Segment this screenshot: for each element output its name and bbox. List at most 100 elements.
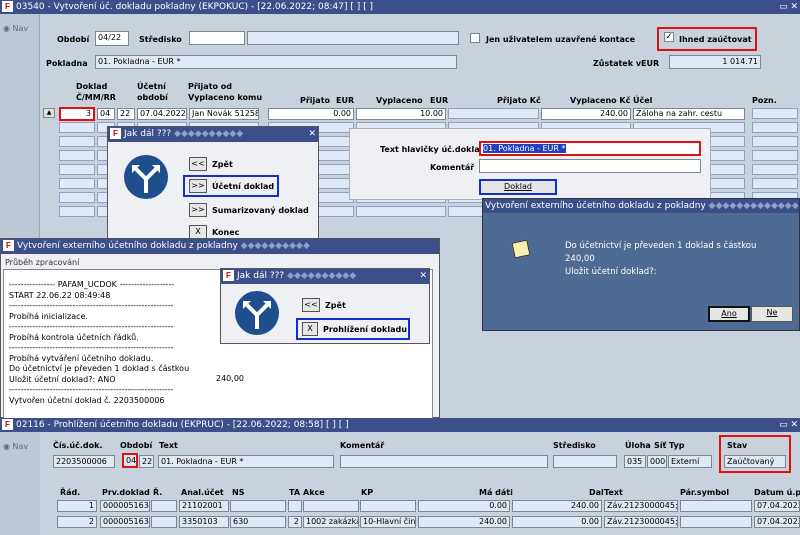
- title-dots: ◆◆◆◆◆◆◆◆◆◆: [174, 129, 244, 139]
- grid-cell[interactable]: [752, 136, 798, 147]
- stredisko-field[interactable]: [189, 31, 245, 45]
- row-ucel-field[interactable]: Záloha na zahr. cestu: [633, 108, 745, 120]
- jak-dal-2-titlebar: F Jak dál ??? ◆◆◆◆◆◆◆◆◆◆ ✕: [221, 269, 429, 284]
- zpet-2-button[interactable]: <<: [302, 298, 320, 312]
- jak-dal-1-close-icon[interactable]: ✕: [308, 127, 316, 141]
- review-cell-anal[interactable]: 3350103: [179, 516, 229, 528]
- grid-cell[interactable]: [752, 150, 798, 161]
- grid-cell[interactable]: [752, 178, 798, 189]
- pokladna-field[interactable]: 01. Pokladna - EUR *: [95, 55, 457, 69]
- ne-button[interactable]: Ne: [751, 306, 793, 322]
- review-cell-dal[interactable]: 0.00: [512, 516, 602, 528]
- review-cell-datum[interactable]: 07.04.2022: [754, 516, 800, 528]
- sit-field: 000: [647, 455, 667, 468]
- review-cell-akce[interactable]: [303, 500, 359, 512]
- row-obdobi-field[interactable]: 07.04.2022: [137, 108, 187, 120]
- review-cell-kp[interactable]: 10-Hlavní činn: [360, 516, 416, 528]
- col-cmmrr: Č/MM/RR: [76, 93, 116, 102]
- review-cell-prv[interactable]: 000005163€: [100, 500, 150, 512]
- zustatek-currency: EUR: [641, 59, 660, 68]
- grid-cell[interactable]: [448, 108, 539, 119]
- col-prijato-od: Přijato od: [188, 82, 233, 91]
- review-window-controls[interactable]: ▭ ✕: [779, 418, 798, 432]
- confirm-title: Vytvoření externího účetního dokladu z p…: [485, 201, 706, 211]
- review-cell-ta[interactable]: 2: [288, 516, 302, 528]
- doklad-button[interactable]: Doklad: [479, 179, 557, 195]
- zpet-button[interactable]: <<: [189, 157, 207, 171]
- row-c-field[interactable]: 3: [59, 107, 95, 121]
- grid-cell[interactable]: [59, 178, 95, 189]
- col-pozn: Pozn.: [752, 96, 777, 105]
- review-cell-ta[interactable]: [288, 500, 302, 512]
- nav-button[interactable]: ◉ Nav: [3, 24, 28, 33]
- grid-cell[interactable]: [59, 164, 95, 175]
- grid-cell[interactable]: [59, 122, 95, 133]
- row-mm-field[interactable]: 04: [97, 108, 115, 120]
- komentar-field[interactable]: [479, 159, 701, 173]
- ano-button[interactable]: Ano: [708, 306, 750, 322]
- review-cell-ns[interactable]: [230, 500, 286, 512]
- review-cell-rad[interactable]: 1: [57, 500, 97, 512]
- review-cell-ma[interactable]: 240.00: [418, 516, 510, 528]
- prohlizeni-button[interactable]: X: [302, 322, 318, 336]
- h-typ: Typ: [669, 441, 685, 450]
- col-ucel: Účel: [633, 96, 653, 105]
- review-cell-par[interactable]: [680, 500, 752, 512]
- text-hlav-field[interactable]: 01. Pokladna - EUR *: [479, 141, 701, 156]
- review-cell-r[interactable]: [151, 500, 177, 512]
- scroll-up-icon[interactable]: ▲: [43, 108, 55, 118]
- grid-cell[interactable]: [59, 192, 95, 203]
- grid-cell[interactable]: [59, 206, 95, 217]
- review-cell-r[interactable]: [151, 516, 177, 528]
- log-line: Do účetnictví je převeden 1 doklad s čás…: [9, 364, 190, 373]
- jak-dal-2-close-icon[interactable]: ✕: [419, 269, 427, 283]
- log-line: Vytvořen účetní doklad č. 2203500006: [9, 395, 165, 405]
- grid-cell[interactable]: [356, 206, 446, 217]
- row-prijato-field[interactable]: 0.00: [268, 108, 354, 120]
- row-vyplaceno-kc-field[interactable]: 240.00: [541, 108, 631, 120]
- row-vyplaceno-field[interactable]: 10.00: [356, 108, 446, 120]
- review-cell-kp[interactable]: [360, 500, 416, 512]
- progress-logo-icon: F: [3, 240, 14, 251]
- review-nav-button[interactable]: ◉ Nav: [3, 442, 28, 451]
- split-arrow-icon: [235, 291, 279, 335]
- review-cell-ma[interactable]: 0.00: [418, 500, 510, 512]
- komentar-label: Komentář: [430, 163, 475, 172]
- review-cell-text[interactable]: Záv.2123000045;: [604, 500, 678, 512]
- col-ucetni: Účetní: [137, 82, 166, 91]
- review-cell-dal[interactable]: 240.00: [512, 500, 602, 512]
- sum-button[interactable]: >>: [189, 203, 207, 217]
- row-osoba-field[interactable]: Jan Novák 51258: [189, 108, 259, 120]
- grid-cell[interactable]: [59, 136, 95, 147]
- review-cell-ns[interactable]: 630: [230, 516, 286, 528]
- pokladna-label: Pokladna: [46, 59, 88, 68]
- grid-cell[interactable]: [752, 122, 798, 133]
- log-line: ----------------------------------------…: [9, 322, 174, 331]
- review-title: 02116 - Prohlížení účetního dokladu (EKP…: [16, 420, 349, 430]
- grid-cell[interactable]: [59, 150, 95, 161]
- review-cell-anal[interactable]: 21102001: [179, 500, 229, 512]
- only-closed-checkbox[interactable]: [470, 33, 480, 43]
- ucetni-doklad-button[interactable]: >>: [189, 179, 207, 193]
- review-cell-akce[interactable]: 1002 zakázka: [303, 516, 359, 528]
- immediate-checkbox[interactable]: ✓: [664, 32, 674, 42]
- confirm-line1: Do účetnictví je převeden 1 doklad s čás…: [565, 241, 757, 251]
- review-cell-datum[interactable]: 07.04.2022: [754, 500, 800, 512]
- review-cell-rad[interactable]: 2: [57, 516, 97, 528]
- col-vyplaceno-kc: Vyplaceno Kč: [570, 96, 631, 105]
- obdobi-field[interactable]: 04/22: [95, 31, 129, 46]
- obdobi-rr-field: 22: [139, 455, 154, 468]
- review-cell-par[interactable]: [680, 516, 752, 528]
- sum-label: Sumarizovaný doklad: [212, 206, 309, 215]
- stredisko-label: Středisko: [139, 35, 182, 44]
- konec-button[interactable]: X: [189, 225, 207, 239]
- text-hlav-label: Text hlavičky úč.dokladu: [380, 145, 492, 154]
- review-cell-prv[interactable]: 000005163€: [100, 516, 150, 528]
- jak-dal-1-title: Jak dál ???: [124, 129, 172, 139]
- grid-cell[interactable]: [752, 164, 798, 175]
- obdobi-mm-field: 04: [122, 453, 138, 468]
- window-controls[interactable]: ▭ ✕: [779, 0, 798, 14]
- row-rr-field[interactable]: 22: [117, 108, 135, 120]
- grid-cell[interactable]: [752, 108, 798, 119]
- review-cell-text[interactable]: Záv.2123000045;: [604, 516, 678, 528]
